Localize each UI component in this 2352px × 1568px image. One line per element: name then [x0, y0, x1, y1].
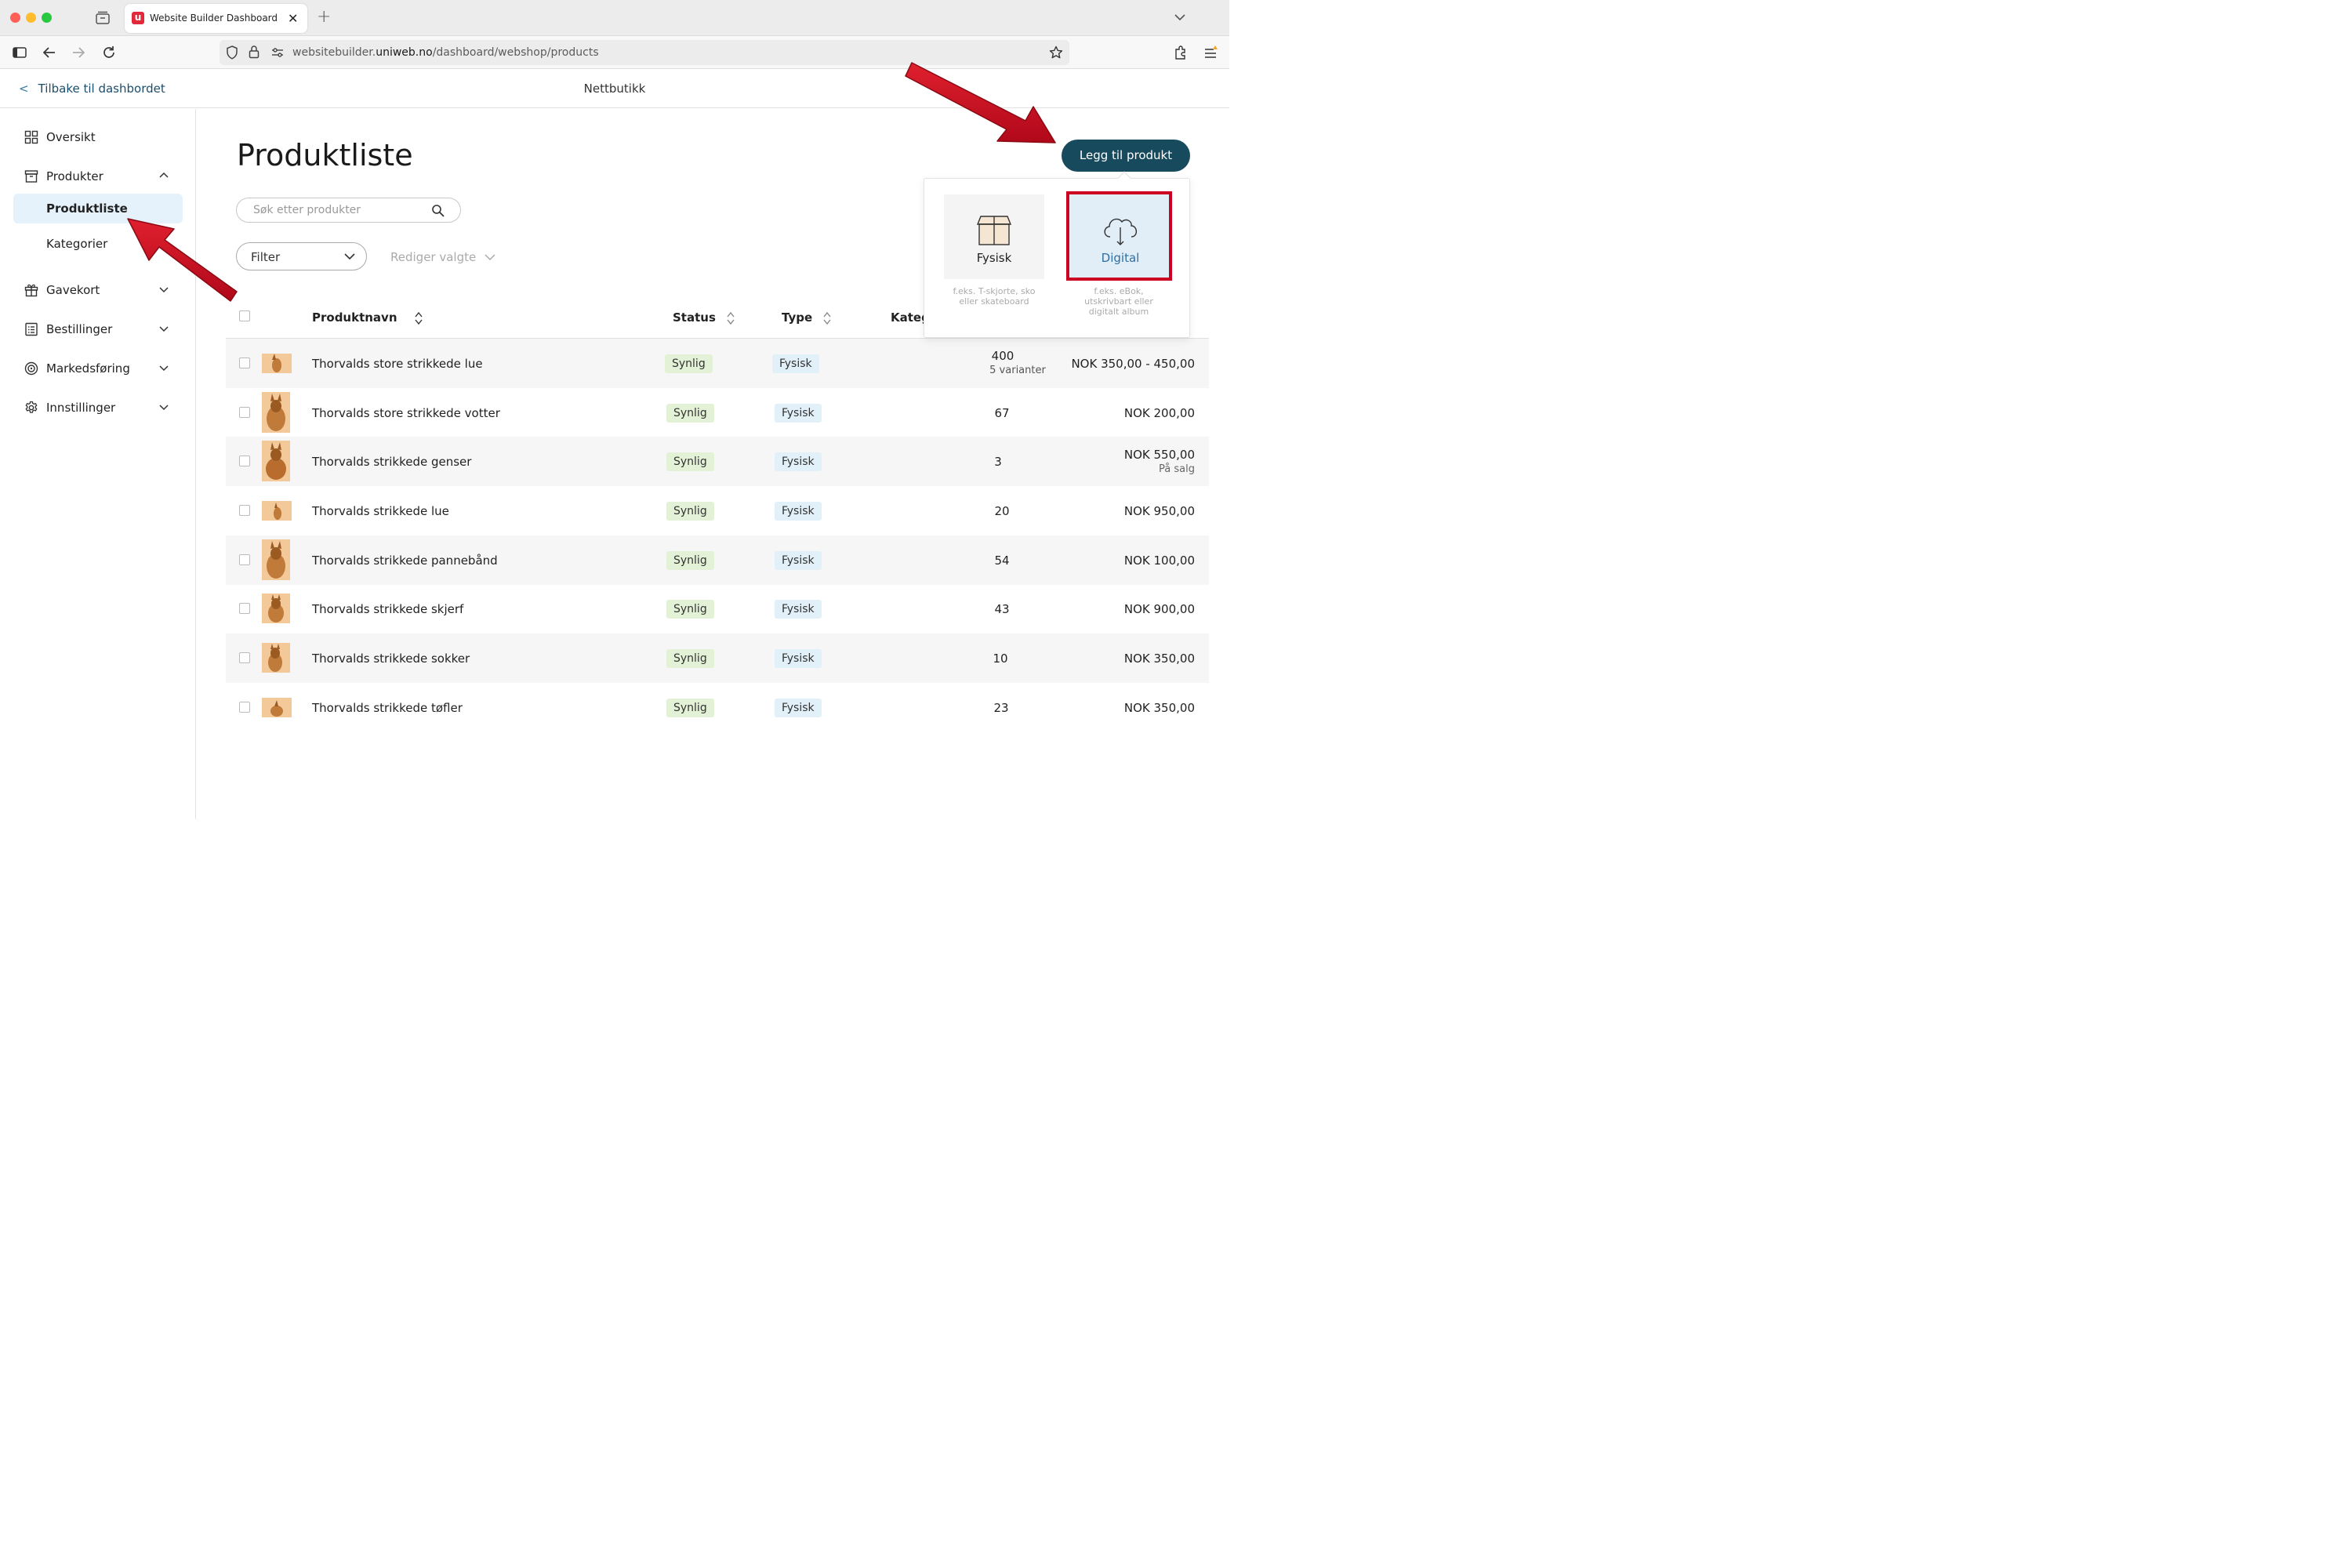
- annotation-arrows: [127, 62, 1056, 302]
- arrow-to-produktliste: [127, 218, 238, 302]
- arrow-to-add-button: [905, 62, 1056, 143]
